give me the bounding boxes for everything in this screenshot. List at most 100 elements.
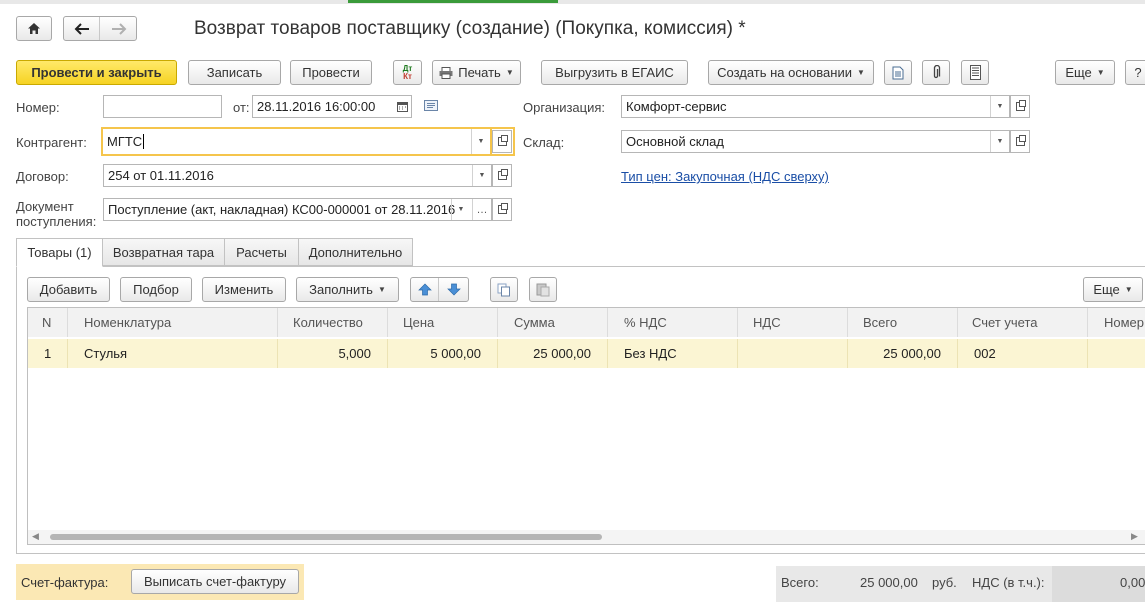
table-more-label: Еще [1093,282,1120,297]
open-contract-button[interactable] [492,164,512,187]
dt-kt-button[interactable]: Дт Кт [393,60,422,85]
top-strip-accent [348,0,558,3]
help-button[interactable]: ? [1125,60,1145,85]
arrow-left-icon [74,22,89,35]
vat-value: 0,00 [1120,575,1145,590]
tab-additional[interactable]: Дополнительно [298,238,413,266]
number-label: Номер: [16,100,60,115]
receipt-doc-field[interactable]: Поступление (акт, накладная) КС00-000001… [103,198,492,221]
attach-button[interactable] [922,60,950,85]
add-row-button[interactable]: Добавить [27,277,110,302]
number-field[interactable] [103,95,222,118]
scroll-left-arrow-icon[interactable]: ◀ [32,531,39,542]
move-up-button[interactable] [411,278,439,301]
contractor-focus-frame [490,127,515,156]
list-icon [969,65,981,80]
col-header-vat[interactable]: НДС [738,308,848,337]
calculator-button[interactable] [961,60,989,85]
open-organization-button[interactable] [1010,95,1030,118]
warehouse-value: Основной склад [626,134,724,149]
home-icon [28,23,40,34]
col-header-n[interactable]: N [28,308,68,337]
more-label: Еще [1065,65,1092,80]
printer-icon [439,66,453,79]
text-cursor [143,134,145,149]
cell-vat-rate[interactable]: Без НДС [608,339,738,368]
organization-field[interactable]: Комфорт-сервис ▼ [621,95,1010,118]
chevron-down-icon: ▼ [377,285,386,294]
ellipsis-icon[interactable]: … [472,199,491,220]
post-button[interactable]: Провести [290,60,372,85]
contractor-field[interactable]: МГТС ▼ [101,127,492,156]
warehouse-label: Склад: [523,135,565,150]
table-more-button[interactable]: Еще ▼ [1083,277,1143,302]
chevron-down-icon[interactable]: ▼ [472,165,491,186]
paperclip-icon [933,65,941,79]
calendar-button[interactable] [393,96,411,117]
more-button[interactable]: Еще ▼ [1055,60,1115,85]
warehouse-field[interactable]: Основной склад ▼ [621,130,1010,153]
chevron-down-icon[interactable]: ▼ [990,131,1009,152]
edit-row-button[interactable]: Изменить [202,277,286,302]
date-field[interactable]: 28.11.2016 16:00:00 [252,95,412,118]
tab-returnable-packaging[interactable]: Возвратная тара [102,238,225,266]
copy-icon [497,283,510,296]
price-type-link[interactable]: Тип цен: Закупочная (НДС сверху) [621,169,829,184]
save-button[interactable]: Записать [188,60,281,85]
date-label: от: [233,100,250,115]
scroll-right-arrow-icon[interactable]: ▶ [1131,531,1138,542]
chevron-down-icon[interactable]: ▼ [990,96,1009,117]
home-button[interactable] [16,16,52,41]
cell-quantity[interactable]: 5,000 [278,339,388,368]
col-header-account[interactable]: Счет учета [958,308,1088,337]
scroll-thumb[interactable] [50,534,602,540]
arrow-right-icon [111,22,126,35]
report-button[interactable] [884,60,912,85]
col-header-item[interactable]: Номенклатура [68,308,278,337]
organization-value: Комфорт-сервис [626,99,727,114]
back-button[interactable] [64,17,100,40]
move-down-button[interactable] [440,278,468,301]
col-header-price[interactable]: Цена [388,308,498,337]
open-icon [1015,100,1026,111]
cell-price[interactable]: 5 000,00 [388,339,498,368]
post-and-close-button[interactable]: Провести и закрыть [16,60,177,85]
col-header-sum[interactable]: Сумма [498,308,608,337]
print-button[interactable]: Печать ▼ [432,60,521,85]
cell-item[interactable]: Стулья [68,339,278,368]
chevron-down-icon[interactable]: ▼ [471,129,490,154]
tab-goods[interactable]: Товары (1) [16,238,103,267]
forward-button[interactable] [101,17,136,40]
fill-button[interactable]: Заполнить ▼ [296,277,399,302]
col-header-number[interactable]: Номер [1088,308,1145,337]
cell-account[interactable]: 002 [958,339,1088,368]
copy-button[interactable] [490,277,518,302]
arrow-down-icon [447,283,461,296]
receipt-doc-label-line1: Документ [16,199,74,214]
chevron-down-icon[interactable]: ▼ [451,199,470,220]
cell-number[interactable] [1088,339,1145,368]
receipt-doc-label-line2: поступления: [16,214,97,229]
cell-total[interactable]: 25 000,00 [848,339,958,368]
col-header-total[interactable]: Всего [848,308,958,337]
horizontal-scrollbar[interactable]: ◀ ▶ [28,530,1145,544]
comment-icon[interactable] [424,100,438,111]
create-based-on-button[interactable]: Создать на основании ▼ [708,60,874,85]
open-receipt-doc-button[interactable] [492,198,512,221]
cell-n[interactable]: 1 [28,339,68,368]
open-warehouse-button[interactable] [1010,130,1030,153]
paste-button[interactable] [529,277,557,302]
issue-invoice-button[interactable]: Выписать счет-фактуру [131,569,299,594]
tab-settlements[interactable]: Расчеты [224,238,299,266]
col-header-quantity[interactable]: Количество [278,308,388,337]
cell-sum[interactable]: 25 000,00 [498,339,608,368]
chevron-down-icon: ▼ [856,68,865,77]
cell-vat[interactable] [738,339,848,368]
col-header-vat-rate[interactable]: % НДС [608,308,738,337]
calendar-icon [396,101,408,112]
selection-button[interactable]: Подбор [120,277,192,302]
top-strip [0,0,1145,4]
date-value: 28.11.2016 16:00:00 [257,99,376,114]
export-egais-button[interactable]: Выгрузить в ЕГАИС [541,60,688,85]
contract-field[interactable]: 254 от 01.11.2016 ▼ [103,164,492,187]
